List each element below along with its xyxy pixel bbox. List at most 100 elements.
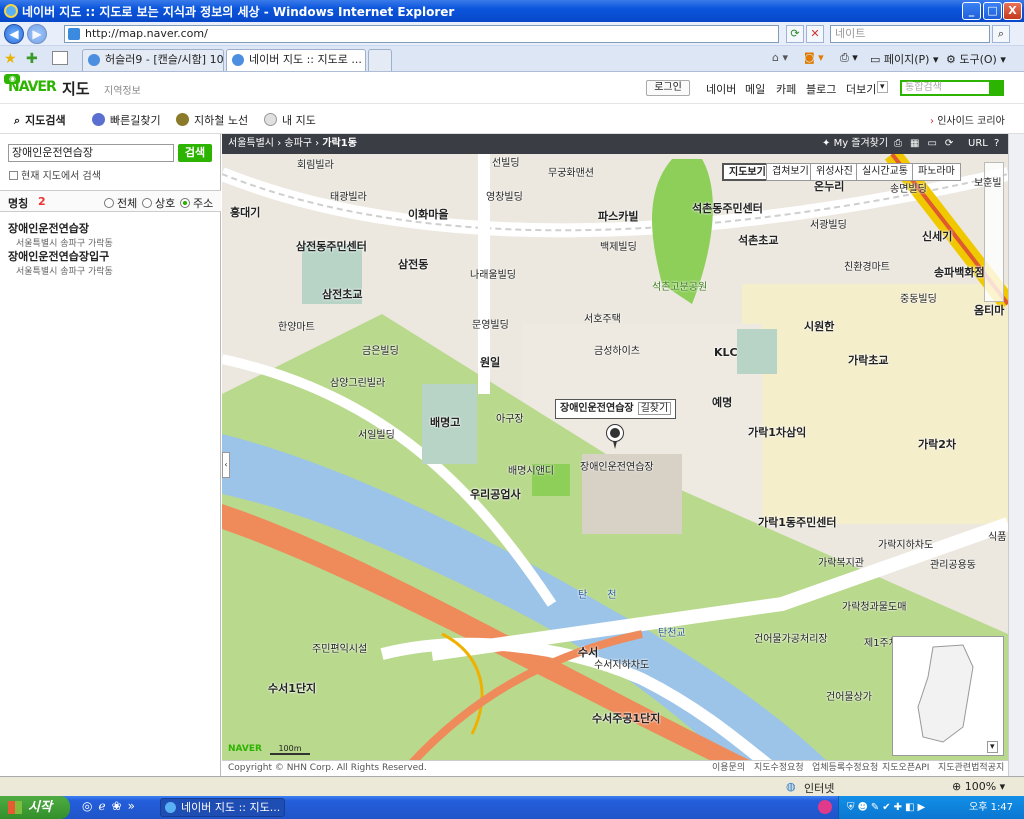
quick-tabs-icon[interactable] xyxy=(52,51,68,65)
footer-link[interactable]: 지도오픈API xyxy=(882,761,929,776)
refresh-icon[interactable]: ⟳ xyxy=(786,25,804,43)
place-search-input[interactable]: 장애인운전연습장 xyxy=(8,144,174,162)
menu-my-map[interactable]: 내 지도 xyxy=(264,112,316,128)
breadcrumb-district[interactable]: 송파구 xyxy=(284,138,312,149)
feed-icon[interactable]: ◙ ▾ xyxy=(804,51,824,64)
menu-quick-route[interactable]: 빠른길찾기 xyxy=(92,112,161,128)
window-titlebar[interactable]: 네이버 지도 :: 지도로 보는 지식과 정보의 세상 - Windows In… xyxy=(0,0,1024,22)
search-within-map-checkbox[interactable]: 현재 지도에서 검색 xyxy=(9,167,101,182)
minimap-toggle-icon[interactable]: ▾ xyxy=(987,741,998,753)
map-label: 이화마을 xyxy=(408,208,449,221)
taskbar-item-ie[interactable]: 네이버 지도 :: 지도... xyxy=(160,798,285,817)
result-title[interactable]: 장애인운전연습장입구 xyxy=(8,248,113,264)
place-callout[interactable]: 장애인운전연습장 길찾기 xyxy=(555,399,677,419)
print-icon[interactable]: ⎙ ▾ xyxy=(840,51,858,65)
login-button[interactable]: 로그인 xyxy=(646,80,690,96)
search-icon[interactable]: ⌕ xyxy=(992,25,1010,43)
link-mail[interactable]: 메일 xyxy=(745,81,765,97)
result-item[interactable]: 장애인운전연습장입구 서울특별시 송파구 가락동 xyxy=(8,248,113,277)
tray-icons[interactable]: ⛨☻✎✔✚◧▶ xyxy=(839,802,928,813)
map-naver-logo: NAVER xyxy=(228,744,262,754)
url-input[interactable]: http://map.naver.com/ xyxy=(64,25,779,43)
collapse-panel-button[interactable]: ‹ xyxy=(222,452,230,478)
naver-search-input[interactable]: 통합검색 xyxy=(900,80,1004,96)
more-chevron-icon[interactable]: ▾ xyxy=(877,81,888,93)
map-label: 회림빌라 xyxy=(297,160,334,171)
footer-link[interactable]: 지도관련법적공지 xyxy=(938,761,1004,776)
quick-launch-icons[interactable]: ◎ℯ❀» xyxy=(82,799,141,813)
home-icon[interactable]: ⌂ ▾ xyxy=(772,51,788,64)
link-cafe[interactable]: 카페 xyxy=(776,81,796,97)
map-label: 주민편익시설 xyxy=(312,644,368,655)
radio-address[interactable]: 주소 xyxy=(180,195,213,211)
page-menu-label: 페이지(P) xyxy=(883,53,930,66)
route-icon xyxy=(92,113,105,126)
naver-logo[interactable]: ◉ NAVER xyxy=(4,74,57,95)
inside-korea-label: 인사이드 코리아 xyxy=(937,116,1005,127)
map-label: 삼전동 xyxy=(398,258,429,271)
start-button[interactable]: 시작 xyxy=(0,796,70,819)
map-label: 배명고 xyxy=(430,416,461,429)
page-subtitle[interactable]: 지역정보 xyxy=(104,82,141,97)
map-label: 송면빌딩 xyxy=(890,184,927,195)
tray-app-icon[interactable] xyxy=(818,800,832,814)
zoom-level[interactable]: ⊕ 100% ▾ xyxy=(952,780,1005,793)
page-menu[interactable]: ▭ 페이지(P) ▾ xyxy=(870,51,939,67)
search-button[interactable]: 검색 xyxy=(178,144,212,162)
maptype-traffic[interactable]: 실시간교통 xyxy=(856,163,914,181)
page-scrollbar[interactable] xyxy=(1008,134,1024,776)
radio-all[interactable]: 전체 xyxy=(104,195,137,211)
menu-map-search[interactable]: ⌕ 지도검색 xyxy=(14,112,66,128)
close-button[interactable]: X xyxy=(1003,2,1022,20)
result-title[interactable]: 장애인운전연습장 xyxy=(8,220,113,236)
map-label: 한양마트 xyxy=(278,322,315,333)
stop-icon[interactable]: ✕ xyxy=(806,25,824,43)
new-tab-button[interactable] xyxy=(368,49,392,71)
footer-link[interactable]: 업체등록수정요청 xyxy=(812,761,878,776)
link-blog[interactable]: 블로그 xyxy=(806,81,836,97)
help-icon[interactable]: ? xyxy=(994,134,999,154)
breadcrumb-city[interactable]: 서울특별시 xyxy=(228,138,274,149)
link-naver[interactable]: 네이버 xyxy=(706,81,736,97)
footer-link[interactable]: 이용문의 xyxy=(712,761,745,776)
footer-link[interactable]: 지도수정요청 xyxy=(754,761,804,776)
web-search-input[interactable]: 네이트 xyxy=(830,25,990,43)
copyright: Copyright © NHN Corp. All Rights Reserve… xyxy=(228,763,427,773)
maptype-hybrid[interactable]: 겹쳐보기 xyxy=(766,163,815,181)
map-label: 파스카빌 xyxy=(598,210,639,223)
tab-hustler[interactable]: 허슬러9 - [캔슬/시함] 10... xyxy=(82,49,224,71)
forward-icon[interactable]: ▶ xyxy=(27,24,47,44)
add-favorite-icon[interactable]: ✚ xyxy=(26,51,38,67)
inside-korea-link[interactable]: › 인사이드 코리아 xyxy=(930,112,1005,127)
map-tools-icon[interactable]: ⎙▦▭⟳ xyxy=(894,134,961,154)
my-favorites-button[interactable]: ✦ My 즐겨찾기 xyxy=(822,134,888,154)
url-link-button[interactable]: URL xyxy=(968,134,988,154)
maximize-button[interactable]: □ xyxy=(983,2,1002,20)
ie-icon xyxy=(165,802,176,813)
maptype-panorama[interactable]: 파노라마 xyxy=(912,163,961,181)
breadcrumb-dong[interactable]: 가락1동 xyxy=(322,138,357,149)
minimize-button[interactable]: _ xyxy=(962,2,981,20)
map-label: 탄천 xyxy=(578,590,637,601)
search-icon[interactable] xyxy=(989,81,1003,95)
result-item[interactable]: 장애인운전연습장 서울특별시 송파구 가락동 xyxy=(8,220,113,249)
clock[interactable]: 오후 1:47 xyxy=(969,796,1013,819)
overview-minimap[interactable]: ▾ xyxy=(892,636,1004,756)
radio-business[interactable]: 상호 xyxy=(142,195,175,211)
map-label: 석촌초교 xyxy=(738,234,779,247)
tab-naver-map[interactable]: 네이버 지도 :: 지도로 ... xyxy=(226,49,366,71)
ie-icon xyxy=(4,4,18,18)
tools-menu[interactable]: ⚙ 도구(O) ▾ xyxy=(946,51,1006,67)
location-pin-icon[interactable] xyxy=(607,425,623,449)
map-label: 나래울빌딩 xyxy=(470,270,516,281)
menu-subway[interactable]: 지하철 노선 xyxy=(176,112,248,128)
map-label: 흥대기 xyxy=(230,206,261,219)
map-label: 중동빌딩 xyxy=(900,294,937,305)
back-icon[interactable]: ◀ xyxy=(4,24,24,44)
page-title[interactable]: 지도 xyxy=(62,78,90,99)
favorites-star-icon[interactable]: ★ xyxy=(4,51,17,67)
link-more[interactable]: 더보기 xyxy=(846,81,876,97)
map-label: 영창빌딩 xyxy=(486,192,523,203)
map-canvas[interactable]: 서울특별시 › 송파구 › 가락1동 ✦ My 즐겨찾기 ⎙▦▭⟳ URL ? … xyxy=(222,134,1008,776)
route-button[interactable]: 길찾기 xyxy=(637,402,672,415)
